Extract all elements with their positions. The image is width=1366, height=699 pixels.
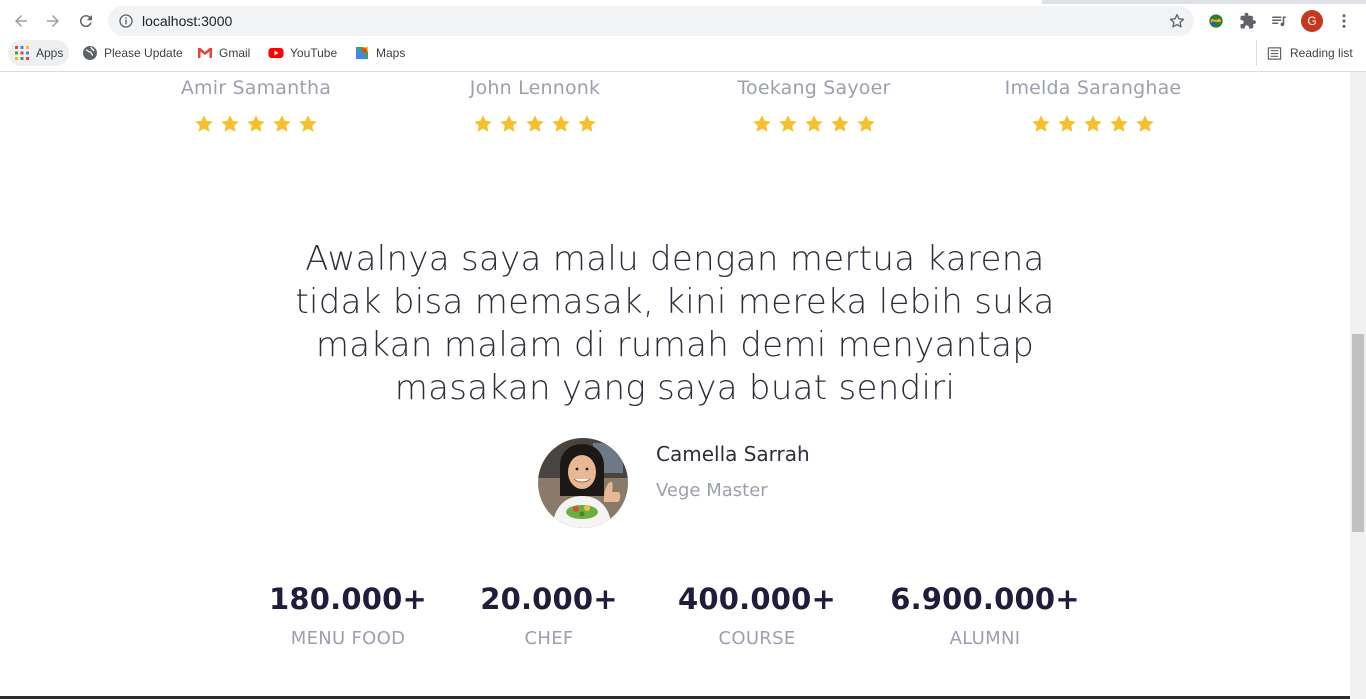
more-vert-icon (1342, 14, 1346, 28)
star-icon (831, 115, 849, 132)
bookmark-label: Maps (376, 46, 406, 60)
star-rating (121, 113, 391, 135)
star-icon (805, 115, 823, 132)
reading-list-button[interactable]: Reading list (1256, 40, 1353, 66)
apps-grid-icon (15, 46, 29, 60)
gmail-icon (198, 48, 212, 58)
star-icon (221, 115, 239, 132)
forward-button[interactable] (40, 8, 66, 34)
bookmark-apps[interactable]: Apps (8, 40, 70, 66)
reviewer-name: Imelda Saranghae (1004, 77, 1182, 99)
bookmark-label: Gmail (219, 46, 251, 60)
reading-list-icon (1267, 46, 1282, 60)
url-input[interactable] (142, 11, 1042, 31)
stat-label: CHEF (524, 628, 574, 649)
extension-globe-icon (1209, 14, 1223, 28)
star-icon (1084, 115, 1102, 132)
reviewer-name: Amir Samantha (180, 77, 332, 99)
reviewer-card: Toekang Sayoer (679, 77, 949, 135)
stat-label: COURSE (718, 628, 796, 649)
star-icon (500, 115, 518, 132)
star-icon (273, 115, 291, 132)
testimonial-quote: Awalnya saya malu dengan mertua karena t… (295, 239, 1055, 408)
bookmark-star-icon[interactable] (1168, 12, 1186, 30)
info-icon[interactable] (118, 13, 134, 29)
author-name: Camella Sarrah (656, 442, 810, 466)
star-rating (958, 113, 1228, 135)
bookmark-label: YouTube (290, 46, 338, 60)
arrow-right-icon (47, 15, 59, 27)
author-role: Vege Master (656, 480, 768, 501)
arrow-left-icon (15, 15, 27, 27)
maps-icon (356, 47, 368, 59)
stat-item: 400.000+ COURSE (647, 582, 867, 649)
reviewer-name: John Lennonk (469, 77, 601, 99)
stat-label: MENU FOOD (290, 628, 406, 649)
author-photo (538, 438, 628, 528)
bookmark-label: Please Update (104, 46, 183, 60)
star-icon (195, 115, 213, 132)
reload-icon (79, 15, 92, 28)
profile-avatar[interactable]: G (1301, 10, 1323, 32)
browser-toolbar: G (0, 4, 1366, 38)
bookmark-maps[interactable]: Maps (348, 40, 411, 66)
bookmark-gmail[interactable]: Gmail (191, 40, 256, 66)
star-icon (1110, 115, 1128, 132)
stat-item: 6.900.000+ ALUMNI (875, 582, 1095, 649)
extension-globe-button[interactable] (1205, 10, 1227, 32)
bookmark-youtube[interactable]: YouTube (262, 40, 343, 66)
bookmark-please-update[interactable]: Please Update (76, 40, 189, 66)
star-icon (247, 115, 265, 132)
star-icon (578, 115, 596, 132)
extensions-button[interactable] (1237, 10, 1259, 32)
stat-label: ALUMNI (949, 628, 1021, 649)
star-rating (400, 113, 670, 135)
star-icon (753, 115, 771, 132)
reload-button[interactable] (73, 8, 99, 34)
star-icon (552, 115, 570, 132)
star-rating (679, 113, 949, 135)
browser-menu-button[interactable] (1333, 10, 1355, 32)
stat-value: 400.000+ (678, 582, 836, 616)
star-icon (1058, 115, 1076, 132)
browser-chrome: G Apps Please Update Gmail YouTube (0, 0, 1366, 72)
page-content: Amir Samantha John Lennonk Toekang Sayoe… (0, 72, 1350, 699)
stat-item: 20.000+ CHEF (439, 582, 659, 649)
reviewer-name: Toekang Sayoer (737, 77, 891, 99)
star-icon (1032, 115, 1050, 132)
stat-value: 6.900.000+ (890, 582, 1080, 616)
address-bar[interactable] (108, 6, 1194, 36)
star-icon (779, 115, 797, 132)
star-icon (299, 115, 317, 132)
star-icon (474, 115, 492, 132)
bookmark-label: Apps (36, 46, 64, 60)
puzzle-icon (1240, 12, 1256, 29)
queue-music-icon (1272, 16, 1286, 27)
reviewer-card: Imelda Saranghae (958, 77, 1228, 135)
stat-value: 20.000+ (480, 582, 618, 616)
author-photo-image (538, 438, 628, 528)
back-button[interactable] (8, 8, 34, 34)
reading-list-label: Reading list (1290, 46, 1353, 60)
star-icon (857, 115, 875, 132)
page-scrollbar[interactable] (1350, 72, 1366, 699)
scrollbar-thumb[interactable] (1352, 334, 1364, 532)
stat-value: 180.000+ (269, 582, 427, 616)
star-icon (1136, 115, 1154, 132)
globe-icon (83, 46, 97, 60)
reviewer-card: John Lennonk (400, 77, 670, 135)
media-control-button[interactable] (1268, 10, 1290, 32)
stat-item: 180.000+ MENU FOOD (238, 582, 458, 649)
bookmarks-bar: Apps Please Update Gmail YouTube Maps Re… (0, 38, 1366, 68)
star-icon (526, 115, 544, 132)
reviewer-card: Amir Samantha (121, 77, 391, 135)
youtube-icon (268, 48, 284, 58)
